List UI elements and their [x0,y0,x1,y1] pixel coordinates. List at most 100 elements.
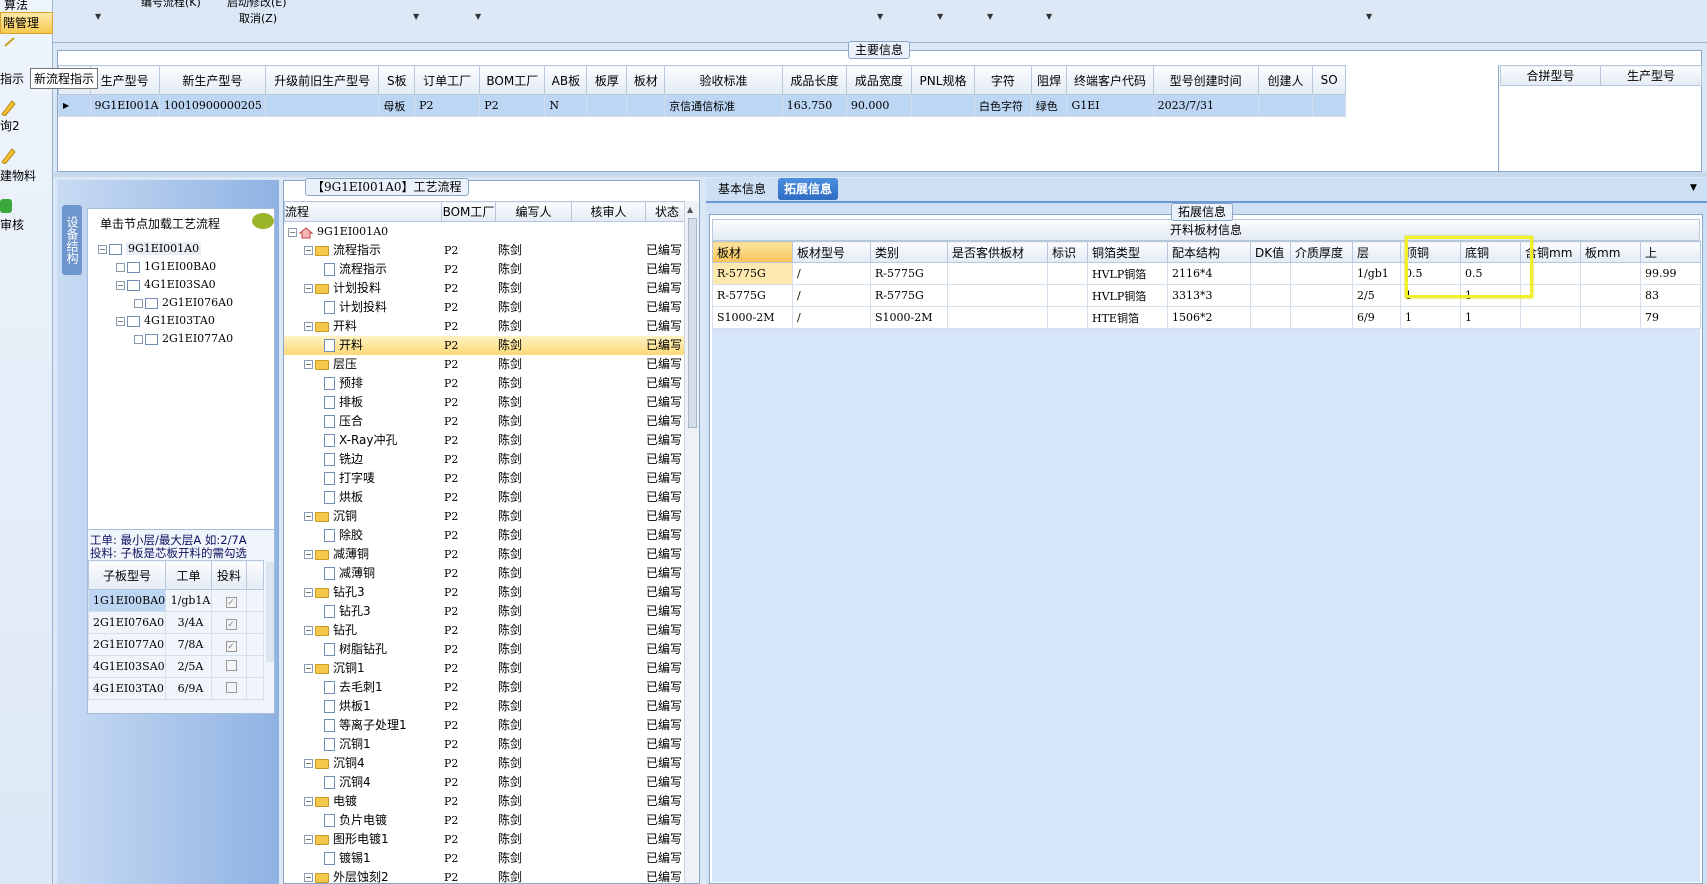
dropdown-arrow-icon[interactable]: ▼ [987,12,993,21]
process-row[interactable]: − 沉铜4 P2 陈剑 已编写 [284,754,688,773]
process-row[interactable]: 树脂钻孔 P2 陈剑 已编写 [284,640,688,659]
dropdown-arrow-icon[interactable]: ▼ [413,12,419,21]
process-row[interactable]: 排板 P2 陈剑 已编写 [284,393,688,412]
expand-icon[interactable]: − [116,316,125,326]
cell[interactable]: HVLP铜箔 [1087,284,1168,307]
cell[interactable]: 83 [1640,284,1701,307]
process-row[interactable]: 烘板 P2 陈剑 已编写 [284,488,688,507]
col-header[interactable]: 工单 [165,560,212,590]
cell[interactable] [947,262,1048,285]
cell[interactable]: HTE铜箔 [1087,306,1168,329]
feed-checkbox[interactable] [211,655,247,678]
cell[interactable] [1520,306,1581,329]
cell[interactable]: P2 [414,94,481,117]
col-header[interactable]: 合拼型号 [1500,65,1601,86]
cell[interactable] [1580,284,1641,307]
cell[interactable]: 母板 [378,94,416,117]
process-row[interactable]: 烘板1 P2 陈剑 已编写 [284,697,688,716]
dropdown-arrow-icon[interactable]: ▼ [1046,12,1052,21]
cell[interactable]: 京信通信标准 [664,94,783,117]
col-header[interactable]: 介质厚度 [1290,241,1353,263]
menu-cancel[interactable]: 取消(Z) [239,10,277,26]
process-row[interactable]: 开料 P2 陈剑 已编写 [284,336,688,355]
tab-basic-info[interactable]: 基本信息 [712,178,772,200]
col-header[interactable]: 生产型号 [1600,65,1702,86]
structure-node[interactable]: 2G1EI076A0 [134,293,233,312]
col-header[interactable]: 板材 [626,65,666,95]
cell[interactable] [1250,284,1291,307]
col-header[interactable]: 验收标准 [664,65,783,95]
splitter[interactable] [53,172,1707,177]
dropdown-arrow-icon[interactable]: ▼ [95,12,101,21]
process-row[interactable]: − 图形电镀1 P2 陈剑 已编写 [284,830,688,849]
process-scrollbar[interactable]: ▲ [684,201,699,883]
process-row[interactable]: 沉铜4 P2 陈剑 已编写 [284,773,688,792]
cell[interactable] [264,94,380,117]
cell[interactable]: / [792,262,871,285]
tab-ext-info[interactable]: 拓展信息 [778,178,839,200]
cell[interactable] [1580,306,1641,329]
row-selector-icon[interactable]: ▶ [58,94,91,117]
col-header[interactable]: 生产型号 [89,65,160,95]
process-row[interactable]: 计划投料 P2 陈剑 已编写 [284,298,688,317]
expand-icon[interactable]: − [304,835,313,844]
table-row[interactable]: 2G1EI077A0 7/8A ✓ [88,633,264,656]
cell[interactable]: 1G1EI00BA0 [88,589,166,612]
cell[interactable]: R-5775G [870,262,948,285]
col-header[interactable]: 新生产型号 [158,65,266,95]
expand-icon[interactable]: − [304,284,313,293]
col-header[interactable]: 是否客供板材 [947,241,1048,263]
cell[interactable] [910,94,976,117]
cell[interactable] [947,284,1048,307]
cell[interactable]: 6/9 [1352,306,1401,329]
dropdown-arrow-icon[interactable]: ▼ [877,12,883,21]
cell[interactable]: 7/8A [165,633,212,656]
cell[interactable] [1047,262,1088,285]
process-row[interactable]: − 层压 P2 陈剑 已编写 [284,355,688,374]
cell[interactable]: 1 [1460,306,1521,329]
col-header[interactable]: 订单工厂 [414,65,481,95]
cell[interactable]: 1 [1400,306,1461,329]
col-header[interactable]: 类别 [870,241,948,263]
cell[interactable] [1580,262,1641,285]
col-header[interactable]: 配本结构 [1167,241,1251,263]
col-header[interactable]: S板 [378,65,416,95]
cell[interactable]: 4G1EI03SA0 [88,655,166,678]
cell[interactable]: 90.000 [845,94,912,117]
col-header[interactable]: 字符 [974,65,1032,95]
table-row[interactable]: 2G1EI076A0 3/4A ✓ [88,611,264,634]
process-row[interactable]: 负片电镀 P2 陈剑 已编写 [284,811,688,830]
structure-node[interactable]: 2G1EI077A0 [134,329,233,348]
col-header[interactable]: BOM工厂 [441,201,496,222]
cell[interactable]: 3/4A [165,611,212,634]
cell[interactable]: 1506*2 [1167,306,1251,329]
process-row[interactable]: 去毛刺1 P2 陈剑 已编写 [284,678,688,697]
cell[interactable] [1047,284,1088,307]
col-header[interactable]: 投料 [211,560,247,590]
nav-item-query2[interactable]: 询2 [0,117,20,134]
structure-node[interactable]: − 4G1EI03TA0 [116,311,215,330]
cell[interactable]: 白色字符 [974,94,1032,117]
process-row[interactable]: 减薄铜 P2 陈剑 已编写 [284,564,688,583]
process-row[interactable]: 打字唛 P2 陈剑 已编写 [284,469,688,488]
scrollbar[interactable] [266,562,274,662]
cell[interactable]: 2023/7/31 [1152,94,1259,117]
feed-checkbox[interactable]: ✓ [211,633,247,656]
process-row[interactable]: − 外层蚀刻2 P2 陈剑 已编写 [284,868,688,883]
col-header[interactable]: 成品宽度 [845,65,912,95]
col-header[interactable]: 板厚 [586,65,628,95]
cell[interactable]: 2116*4 [1167,262,1251,285]
process-row[interactable]: 沉铜1 P2 陈剑 已编写 [284,735,688,754]
cell[interactable]: 1/gb1 [1352,262,1401,285]
cell[interactable]: 2G1EI077A0 [88,633,166,656]
cell[interactable]: 2/5 [1352,284,1401,307]
tab-structure[interactable]: 设备结构 [62,205,82,275]
cell[interactable]: 9G1EI001A0 [89,94,160,117]
cell[interactable] [626,94,666,117]
expand-icon[interactable]: − [98,244,107,254]
cell[interactable]: N [544,94,588,117]
col-header[interactable]: 上 [1640,241,1701,263]
col-header[interactable]: 创建人 [1257,65,1314,95]
col-header[interactable]: 流程 [284,201,442,222]
structure-node[interactable]: − 4G1EI03SA0 [116,275,216,294]
